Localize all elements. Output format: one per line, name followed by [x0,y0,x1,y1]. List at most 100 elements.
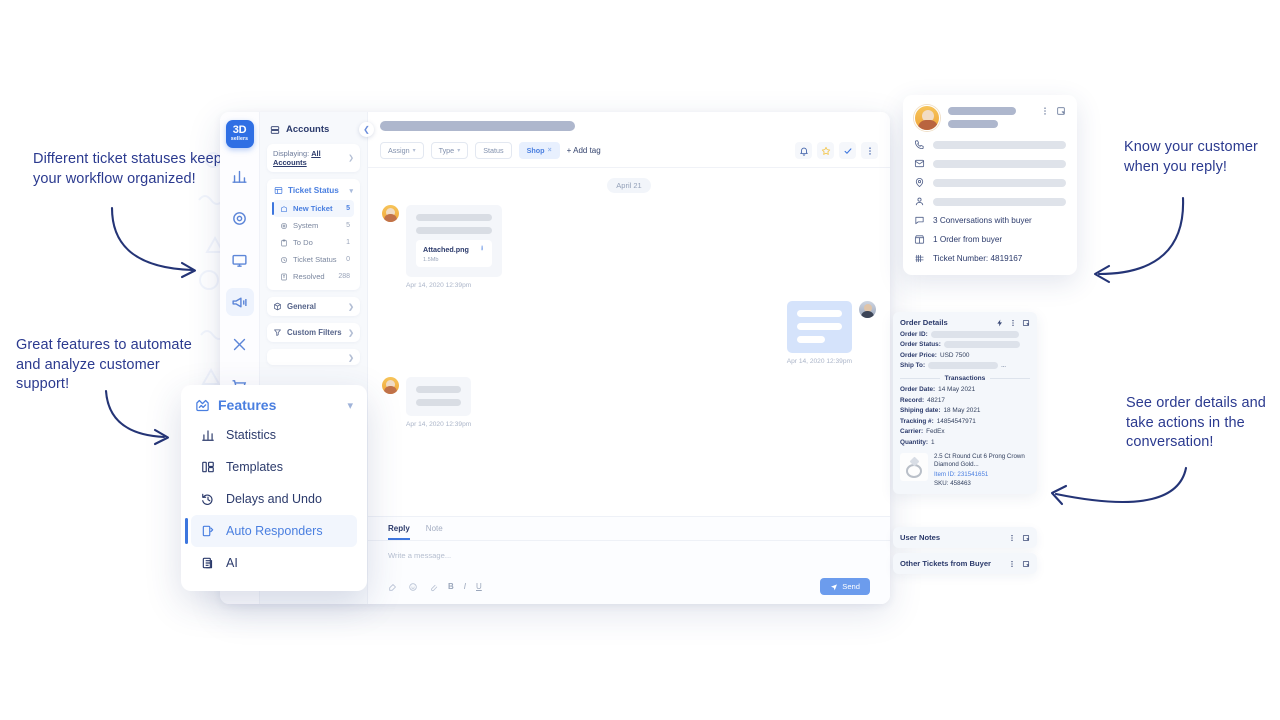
rail-support-icon[interactable] [226,204,254,232]
sidebar-item-resolved[interactable]: Resolved 288 [273,268,354,285]
rail-tools-icon[interactable] [226,330,254,358]
orders-count-label: 1 Order from buyer [933,235,1003,244]
features-item-label: Delays and Undo [226,492,322,506]
ticket-subject-placeholder [380,121,575,131]
field-label: Order Date: [900,386,936,393]
avatar [382,377,399,394]
transaction-carrier: Carrier: FedEx [900,428,1030,435]
sidebar-item-system[interactable]: System 5 [273,217,354,234]
customer-name-placeholder [948,105,1032,128]
field-label: Tracking #: [900,417,934,425]
custom-filters-card[interactable]: Custom Filters ❯ [267,323,360,342]
assign-dropdown[interactable]: Assign ▾ [380,142,424,159]
transaction-order-date: Order Date: 14 May 2021 [900,386,1030,393]
attachment-card[interactable]: Attached.png ⭳ 1.5Mb [416,240,492,267]
italic-icon[interactable]: I [464,582,466,591]
expand-icon[interactable] [1056,106,1066,116]
attach-icon[interactable] [428,582,438,592]
user-notes-panel[interactable]: User Notes [893,527,1037,548]
grid-icon [274,187,283,194]
customer-row-orders[interactable]: 1 Order from buyer [914,234,1066,245]
template-icon[interactable] [388,582,398,592]
features-item-delays-and-undo[interactable]: Delays and Undo [191,483,357,515]
callout-know-customer: Know your customer when you reply! [1124,139,1258,175]
expand-icon[interactable] [1022,319,1030,327]
bold-icon[interactable]: B [448,582,454,591]
type-dropdown[interactable]: Type ▾ [430,142,469,159]
todo-icon [281,239,287,246]
field-value: 1 [931,438,935,446]
general-label: General [287,302,317,311]
sidebar-item-count: 0 [346,256,350,263]
message-input-placeholder: Write a message... [388,551,452,560]
product-sku: SKU: 458463 [934,480,1030,487]
customer-row-location [914,177,1066,188]
field-value: 18 May 2021 [943,407,981,414]
resolve-button[interactable] [839,142,856,159]
rail-megaphone-icon[interactable] [225,288,254,316]
extra-card[interactable]: ❯ [267,349,360,365]
tab-reply[interactable]: Reply [388,524,410,540]
location-icon [915,178,924,188]
product-row[interactable]: 2.5 Ct Round Cut 6 Prong Crown Diamond G… [900,452,1030,487]
item-id-value[interactable]: 231541651 [957,471,988,478]
message-timestamp: Apr 14, 2020 12:39pm [406,282,472,289]
expand-icon[interactable] [1022,560,1030,568]
tab-note[interactable]: Note [426,524,443,540]
logo-line-2: sellers [230,136,249,143]
item-id-label: Item ID: [934,471,956,479]
message-input[interactable]: Write a message... [368,541,890,568]
customer-row-user [914,196,1066,207]
features-item-ai[interactable]: AI [191,547,357,579]
features-menu-title: Features [218,397,277,413]
displaying-card[interactable]: Displaying: All Accounts ❯ [267,144,360,172]
more-vertical-icon[interactable] [1009,319,1017,327]
attachment-size: 1.5Mb [423,257,439,263]
status-button[interactable]: Status [475,142,512,159]
features-item-templates[interactable]: Templates [191,451,357,483]
more-vertical-icon [868,146,871,155]
clock-icon [281,256,287,263]
other-tickets-panel[interactable]: Other Tickets from Buyer [893,553,1037,574]
expand-icon[interactable] [1022,534,1030,542]
field-value: USD 7500 [939,351,970,359]
conversations-count-label: 3 Conversations with buyer [933,216,1032,225]
tag-shop[interactable]: Shop × [518,142,560,159]
sidebar-item-to-do[interactable]: To Do 1 [273,234,354,251]
chevron-down-icon[interactable]: ▾ [347,399,353,412]
features-menu-header[interactable]: Features ▾ [191,395,357,419]
customer-row-conversations[interactable]: 3 Conversations with buyer [914,215,1066,226]
notifications-button[interactable] [795,142,812,159]
more-vertical-icon[interactable] [1008,560,1016,568]
features-item-statistics[interactable]: Statistics [191,419,357,451]
chevron-down-icon: ▾ [412,148,416,154]
features-item-auto-responders[interactable]: Auto Responders [185,515,357,547]
send-button[interactable]: Send [820,578,870,595]
star-icon [821,146,830,155]
sidebar-item-ticket-status[interactable]: Ticket Status 0 [273,251,354,268]
rail-statistics-icon[interactable] [226,162,254,190]
download-icon[interactable]: ⭳ [481,244,483,255]
3dsellers-logo[interactable]: 3D sellers [225,120,254,148]
more-options-button[interactable] [861,142,878,159]
rail-monitor-icon[interactable] [226,246,254,274]
custom-filters-label: Custom Filters [287,328,342,337]
general-card[interactable]: General ❯ [267,297,360,316]
bolt-icon[interactable] [996,319,1004,327]
sidebar-item-label: Ticket Status [293,255,337,264]
reply-tabs: Reply Note [368,517,890,541]
favorite-button[interactable] [817,142,834,159]
close-icon[interactable]: × [548,147,552,154]
underline-icon[interactable]: U [476,582,482,591]
phone-icon [914,140,924,150]
sidebar-collapse-button[interactable]: ❮ [359,122,374,137]
add-tag-button[interactable]: + Add tag [567,146,601,155]
ticket-status-group-header[interactable]: Ticket Status ▾ [273,184,354,200]
more-vertical-icon[interactable] [1008,534,1016,542]
more-vertical-icon[interactable] [1040,106,1050,116]
sidebar-item-new-ticket[interactable]: New Ticket 5 [272,200,354,217]
filter-icon [274,329,281,336]
customer-row-phone [914,139,1066,150]
emoji-icon[interactable] [408,582,418,592]
displaying-row: Displaying: All Accounts [273,149,348,167]
